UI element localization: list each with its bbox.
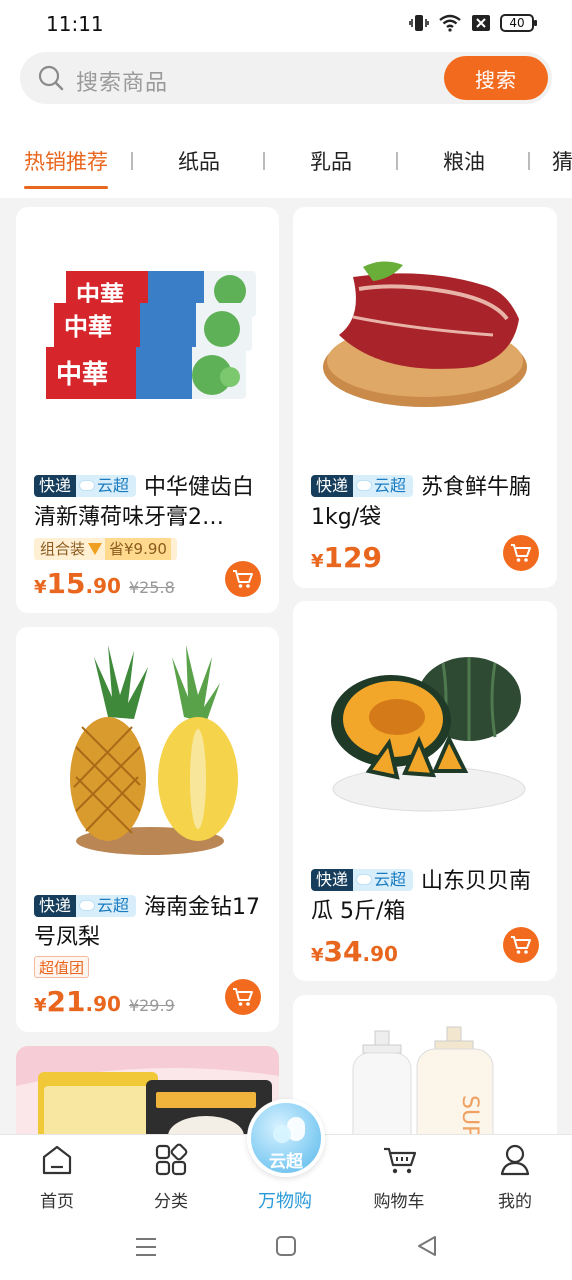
tag-cloud: 云超 (76, 475, 137, 497)
tab-guess[interactable]: 猜 (552, 146, 572, 176)
nav-mine[interactable]: 我的 (470, 1135, 560, 1223)
tag-express: 快递 (311, 869, 354, 891)
wifi-icon (439, 14, 461, 32)
original-price: ¥29.9 (128, 996, 175, 1015)
product-image-pineapple (70, 645, 238, 855)
original-price: ¥25.8 (128, 578, 175, 597)
tab-divider (263, 152, 265, 170)
product-image-toothpaste: 中華 中華 中華 (46, 271, 256, 399)
cloud-icon (357, 875, 372, 884)
nav-home[interactable]: 首页 (12, 1135, 102, 1223)
nav-home-label: 首页 (40, 1192, 74, 1212)
add-to-cart-button[interactable] (225, 979, 261, 1015)
tab-dairy[interactable]: 乳品 (310, 146, 352, 176)
search-button[interactable]: 搜索 (444, 56, 548, 100)
tab-divider (396, 152, 398, 170)
status-icons: 40 (409, 14, 537, 32)
tag-express: 快递 (311, 475, 354, 497)
promo-value-badge: 超值团 (34, 956, 90, 978)
product-card[interactable]: 中華 中華 中華 快递 云超 中华健齿白清新薄荷味牙膏2… 组合装 省¥9.90 ¥… (16, 207, 279, 613)
add-to-cart-button[interactable] (503, 535, 539, 571)
tab-paper[interactable]: 纸品 (178, 146, 220, 176)
nav-category[interactable]: 分类 (126, 1135, 216, 1223)
search-bar: 搜索商品 搜索 (0, 48, 572, 116)
add-to-cart-button[interactable] (225, 561, 261, 597)
tab-hot[interactable]: 热销推荐 (24, 146, 108, 176)
product-title: 快递 云超 海南金钻17号凤梨 (34, 895, 261, 950)
product-card[interactable]: 快递 云超 山东贝贝南瓜 5斤/箱 ¥34.90 (293, 601, 557, 981)
center-cloud-button[interactable]: 云超 (247, 1099, 325, 1177)
product-title: 快递 云超 山东贝贝南瓜 5斤/箱 (311, 869, 532, 924)
center-badge-label: 云超 (269, 1152, 303, 1172)
tag-express: 快递 (34, 895, 77, 917)
menu-icon[interactable] (134, 1236, 158, 1258)
product-price: ¥21.90 ¥29.9 (34, 985, 175, 1018)
cloud-icon (80, 901, 95, 910)
cart-icon (233, 570, 253, 588)
product-price: ¥129 (311, 541, 382, 574)
tag-cloud: 云超 (76, 895, 137, 917)
home-square-icon[interactable] (275, 1235, 297, 1257)
product-image-pumpkin (331, 657, 526, 812)
bubble-icon (273, 1125, 291, 1143)
nav-center-label: 万物购 (258, 1191, 312, 1212)
cart-icon (511, 544, 531, 562)
tab-active-indicator (24, 186, 108, 189)
back-icon[interactable] (416, 1235, 438, 1257)
vibrate-icon (409, 15, 429, 31)
product-title: 快递 云超 苏食鲜牛腩 1kg/袋 (311, 475, 532, 530)
svg-text:中華: 中華 (64, 313, 112, 341)
tag-cloud: 云超 (353, 475, 414, 497)
product-card[interactable]: 快递 云超 海南金钻17号凤梨 超值团 ¥21.90 ¥29.9 (16, 627, 279, 1032)
arrow-down-icon (88, 543, 103, 555)
category-tabs: 热销推荐 纸品 乳品 粮油 猜 (0, 116, 572, 198)
tag-cloud: 云超 (353, 869, 414, 891)
nav-cart-label: 购物车 (373, 1192, 425, 1212)
category-icon (155, 1143, 188, 1176)
search-placeholder: 搜索商品 (76, 71, 169, 96)
shopping-cart-icon (384, 1147, 417, 1174)
nav-category-label: 分类 (154, 1192, 188, 1212)
no-sim-icon (472, 15, 490, 31)
add-to-cart-button[interactable] (503, 927, 539, 963)
product-image-beef (323, 261, 527, 407)
system-navigation-bar (0, 1222, 572, 1280)
status-time: 11:11 (46, 12, 104, 36)
tag-express: 快递 (34, 475, 77, 497)
product-title: 快递 云超 中华健齿白清新薄荷味牙膏2… (34, 475, 255, 530)
nav-cart[interactable]: 购物车 (354, 1135, 444, 1223)
product-card[interactable]: 快递 云超 苏食鲜牛腩 1kg/袋 ¥129 (293, 207, 557, 588)
product-price: ¥34.90 (311, 935, 398, 968)
status-bar: 11:11 40 (0, 0, 572, 48)
svg-text:中華: 中華 (56, 360, 108, 390)
search-input[interactable]: 搜索商品 搜索 (20, 52, 552, 104)
cloud-icon (357, 481, 372, 490)
product-price: ¥15.90 ¥25.8 (34, 567, 175, 600)
nav-mine-label: 我的 (498, 1192, 532, 1212)
tab-divider (131, 152, 133, 170)
cart-icon (511, 936, 531, 954)
cart-icon (233, 988, 253, 1006)
tab-grain-oil[interactable]: 粮油 (443, 146, 485, 176)
battery-icon: 40 (500, 14, 537, 32)
cloud-icon (80, 481, 95, 490)
promo-combo-badge: 组合装 省¥9.90 (34, 538, 177, 560)
home-icon (42, 1145, 72, 1175)
tab-divider (528, 152, 530, 170)
search-icon (38, 65, 64, 91)
user-icon (500, 1144, 530, 1176)
